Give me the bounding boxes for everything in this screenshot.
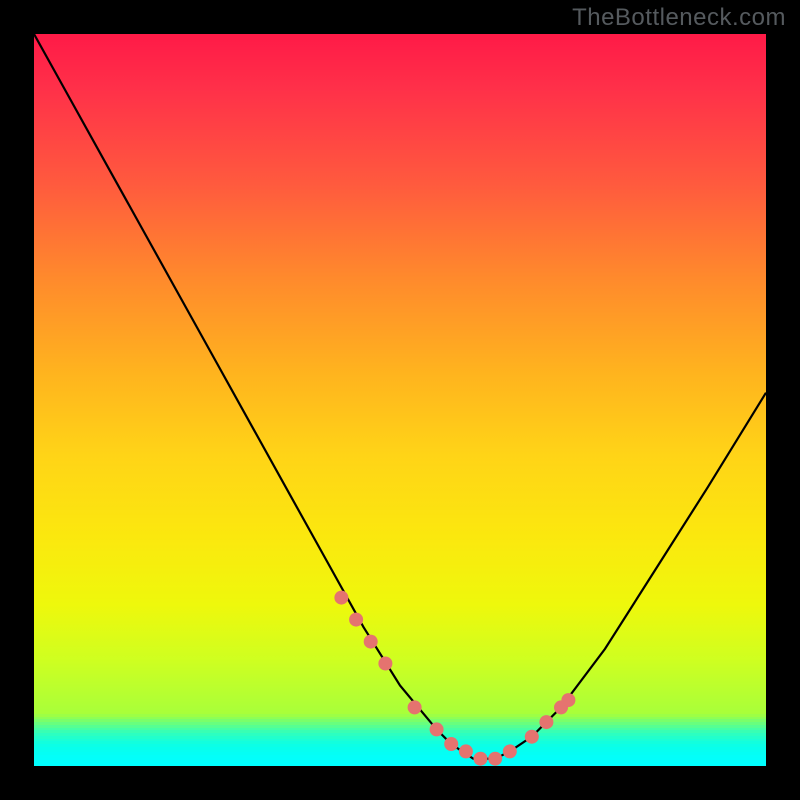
marker-dot: [474, 752, 488, 766]
chart-overlay: [34, 34, 766, 766]
marker-dot: [349, 613, 363, 627]
marker-dot: [525, 730, 539, 744]
highlight-markers: [334, 591, 575, 766]
marker-dot: [561, 693, 575, 707]
marker-dot: [334, 591, 348, 605]
watermark-text: TheBottleneck.com: [572, 4, 786, 32]
marker-dot: [444, 737, 458, 751]
plot-area: [34, 34, 766, 766]
marker-dot: [364, 635, 378, 649]
marker-dot: [459, 744, 473, 758]
marker-dot: [503, 744, 517, 758]
marker-dot: [378, 657, 392, 671]
marker-dot: [539, 715, 553, 729]
bottleneck-curve: [34, 34, 766, 759]
marker-dot: [488, 752, 502, 766]
marker-dot: [430, 722, 444, 736]
chart-frame: TheBottleneck.com: [0, 0, 800, 800]
marker-dot: [408, 700, 422, 714]
